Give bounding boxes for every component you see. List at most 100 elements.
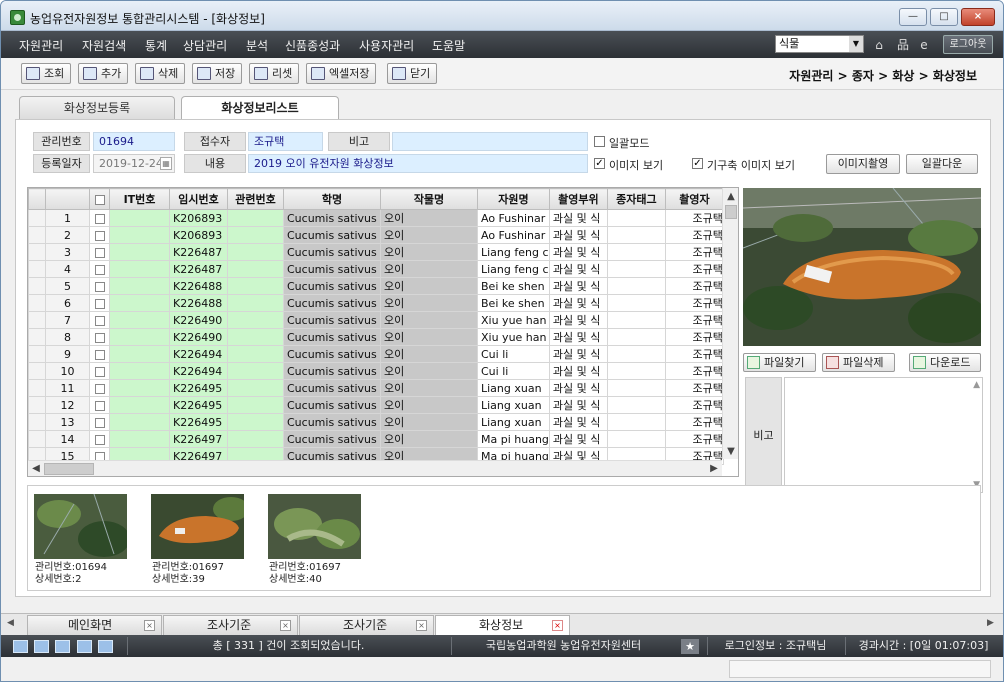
cell-scientific-name[interactable]: Cucumis sativus [283, 277, 381, 295]
window-tab-survey-1[interactable]: 조사기준 × [163, 615, 298, 635]
cell-scientific-name[interactable]: Cucumis sativus [283, 379, 381, 397]
cell-scientific-name[interactable]: Cucumis sativus [283, 328, 381, 346]
cell-seed-tag[interactable] [606, 396, 666, 414]
cell-crop-name[interactable]: 오이 [380, 379, 478, 397]
cell-photographer[interactable]: 조규택 [664, 430, 724, 448]
cell-it-no[interactable] [109, 345, 170, 363]
image-memo-field[interactable]: ▲ ▼ [784, 377, 983, 493]
cell-corner[interactable] [28, 345, 46, 363]
cell-it-no[interactable] [109, 362, 170, 380]
search-button[interactable]: 조회 [21, 63, 72, 84]
row-checkbox[interactable] [94, 366, 105, 377]
cell-row-number[interactable]: 5 [45, 277, 90, 295]
close-icon[interactable]: × [416, 620, 427, 631]
cell-temp-no[interactable]: K226497 [169, 430, 228, 448]
cell-select[interactable] [89, 328, 110, 346]
cell-photographer[interactable]: 조규택 [664, 362, 724, 380]
cell-seed-tag[interactable] [606, 345, 666, 363]
row-checkbox[interactable] [94, 315, 105, 326]
table-row[interactable]: 7 K226490 Cucumis sativus 오이 Xiu yue han 과실 및… [28, 311, 724, 329]
thumbnail-2[interactable] [151, 494, 244, 559]
header-photo-part[interactable]: 촬영부위 [548, 188, 608, 210]
cell-related-no[interactable] [227, 345, 284, 363]
cell-scientific-name[interactable]: Cucumis sativus [283, 209, 381, 227]
cell-scientific-name[interactable]: Cucumis sativus [283, 396, 381, 414]
menu-analysis[interactable]: 분석 [246, 37, 268, 54]
row-checkbox[interactable] [94, 434, 105, 445]
cell-seed-tag[interactable] [606, 328, 666, 346]
scroll-down-icon[interactable]: ▼ [724, 445, 738, 459]
cell-corner[interactable] [28, 209, 46, 227]
row-checkbox[interactable] [94, 281, 105, 292]
capture-image-button[interactable]: 이미지촬영 [826, 154, 900, 174]
tabs-scroll-right-icon[interactable]: ▶ [987, 618, 994, 628]
cell-resource-name[interactable]: Ao Fushinar [477, 209, 550, 227]
cell-seed-tag[interactable] [606, 311, 666, 329]
cell-corner[interactable] [28, 430, 46, 448]
cell-crop-name[interactable]: 오이 [380, 345, 478, 363]
home-icon[interactable]: ⌂ [872, 38, 886, 52]
cell-photo-part[interactable]: 과실 및 식 [548, 311, 608, 329]
row-checkbox[interactable] [94, 383, 105, 394]
select-all-checkbox[interactable] [94, 194, 105, 205]
cell-photographer[interactable]: 조규택 [664, 379, 724, 397]
row-checkbox[interactable] [94, 400, 105, 411]
table-row[interactable]: 9 K226494 Cucumis sativus 오이 Cui li 과실 및 식 조규택 [28, 345, 724, 363]
window-tab-main[interactable]: 메인화면 × [27, 615, 162, 635]
cell-seed-tag[interactable] [606, 277, 666, 295]
menu-new-variety[interactable]: 신품종성과 [285, 37, 340, 54]
header-it-no[interactable]: IT번호 [109, 188, 170, 210]
cell-photographer[interactable]: 조규택 [664, 413, 724, 431]
cell-resource-name[interactable]: Liang feng c [477, 260, 550, 278]
cell-temp-no[interactable]: K226494 [169, 362, 228, 380]
cell-seed-tag[interactable] [606, 243, 666, 261]
cell-corner[interactable] [28, 328, 46, 346]
cell-it-no[interactable] [109, 413, 170, 431]
file-find-button[interactable]: 파일찾기 [743, 353, 816, 372]
cell-temp-no[interactable]: K226495 [169, 396, 228, 414]
cell-related-no[interactable] [227, 243, 284, 261]
show-orig-image-checkbox[interactable]: ✓ [692, 158, 703, 169]
cell-photo-part[interactable]: 과실 및 식 [548, 379, 608, 397]
cell-photographer[interactable]: 조규택 [664, 260, 724, 278]
maximize-button[interactable]: □ [930, 8, 958, 26]
cell-corner[interactable] [28, 413, 46, 431]
cell-resource-name[interactable]: Cui li [477, 345, 550, 363]
cell-scientific-name[interactable]: Cucumis sativus [283, 294, 381, 312]
menu-consult-mgmt[interactable]: 상담관리 [183, 37, 227, 54]
cell-photographer[interactable]: 조규택 [664, 226, 724, 244]
cell-photo-part[interactable]: 과실 및 식 [548, 243, 608, 261]
header-seed-tag[interactable]: 종자태그 [606, 188, 666, 210]
cell-seed-tag[interactable] [606, 260, 666, 278]
cell-resource-name[interactable]: Xiu yue han [477, 311, 550, 329]
table-row[interactable]: 1 K206893 Cucumis sativus 오이 Ao Fushinar 과실 및… [28, 209, 724, 227]
cell-crop-name[interactable]: 오이 [380, 396, 478, 414]
header-photographer[interactable]: 촬영자 [664, 188, 724, 210]
cell-select[interactable] [89, 413, 110, 431]
cell-photographer[interactable]: 조규택 [664, 328, 724, 346]
cell-related-no[interactable] [227, 328, 284, 346]
cell-corner[interactable] [28, 311, 46, 329]
cell-related-no[interactable] [227, 294, 284, 312]
header-resource-name[interactable]: 자원명 [477, 188, 550, 210]
minimize-button[interactable]: — [899, 8, 927, 26]
cell-photo-part[interactable]: 과실 및 식 [548, 277, 608, 295]
cell-scientific-name[interactable]: Cucumis sativus [283, 413, 381, 431]
cell-related-no[interactable] [227, 362, 284, 380]
calendar-icon[interactable]: ▦ [160, 157, 172, 170]
cell-related-no[interactable] [227, 260, 284, 278]
excel-save-button[interactable]: 엑셀저장 [306, 63, 377, 84]
cell-photo-part[interactable]: 과실 및 식 [548, 345, 608, 363]
cell-scientific-name[interactable]: Cucumis sativus [283, 260, 381, 278]
cell-it-no[interactable] [109, 243, 170, 261]
row-checkbox[interactable] [94, 264, 105, 275]
cell-crop-name[interactable]: 오이 [380, 430, 478, 448]
cell-seed-tag[interactable] [606, 362, 666, 380]
cell-crop-name[interactable]: 오이 [380, 311, 478, 329]
content-field[interactable]: 2019 오이 유전자원 화상정보 [248, 154, 588, 173]
favorite-star-icon[interactable]: ★ [681, 639, 699, 654]
cell-resource-name[interactable]: Ma pi huang [477, 430, 550, 448]
logout-button[interactable]: 로그아웃 [943, 35, 993, 54]
cell-seed-tag[interactable] [606, 379, 666, 397]
cell-select[interactable] [89, 430, 110, 448]
